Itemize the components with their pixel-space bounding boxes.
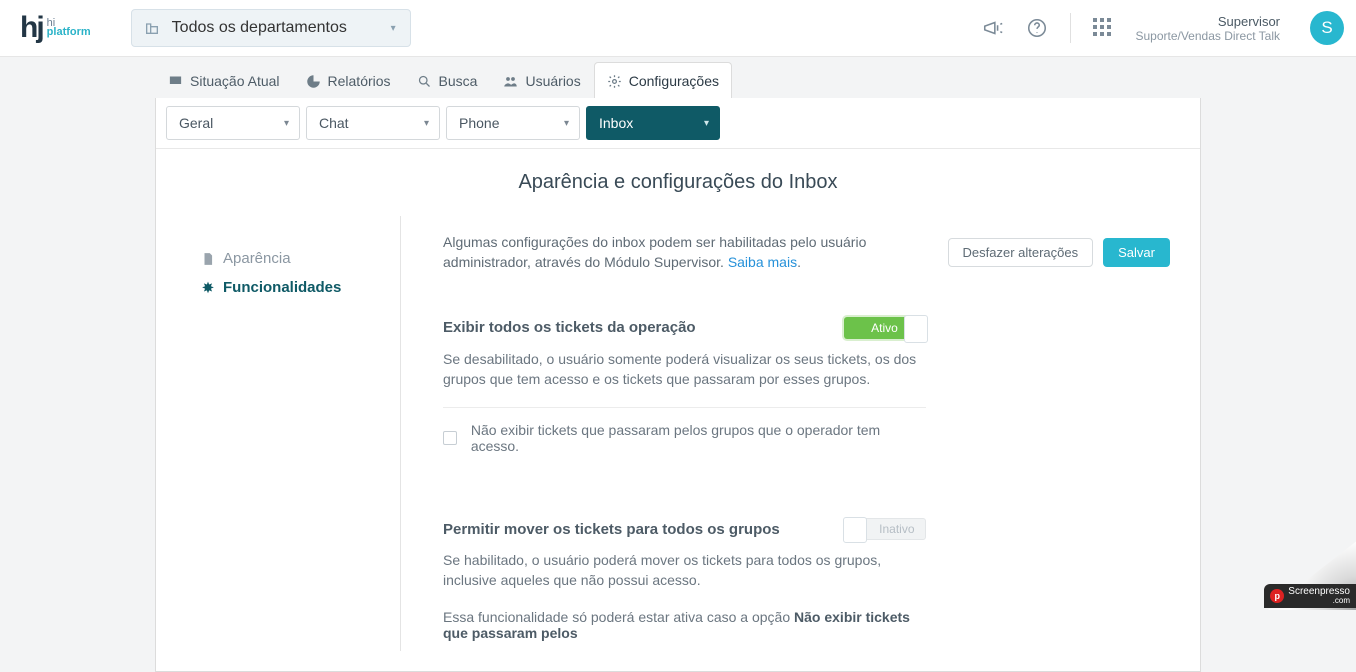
tab-usuarios[interactable]: Usuários <box>490 62 593 98</box>
monitor-icon <box>168 74 183 89</box>
chevron-down-icon: ▾ <box>391 23 396 34</box>
checkbox-nao-exibir[interactable] <box>443 431 457 445</box>
setting-permitir-mover: Permitir mover os tickets para todos os … <box>443 502 926 651</box>
logo-mark: hj <box>20 11 43 45</box>
building-icon <box>144 20 160 36</box>
info-dot: . <box>797 254 801 270</box>
tab-label: Situação Atual <box>190 73 280 89</box>
main-panel: Geral ▾ Chat ▾ Phone ▾ Inbox ▾ Aparência e c… <box>155 98 1201 672</box>
page-title: Aparência e configurações do Inbox <box>156 149 1200 216</box>
user-role: Supervisor <box>1218 14 1280 29</box>
top-bar: hj hi platform Todos os departamentos ▾ … <box>0 0 1356 57</box>
undo-button[interactable]: Desfazer alterações <box>948 238 1094 267</box>
info-text-body: Algumas configurações do inbox podem ser… <box>443 234 866 270</box>
separator <box>443 407 926 408</box>
sidebar-item-aparencia[interactable]: Aparência <box>186 244 400 273</box>
user-info: Supervisor Suporte/Vendas Direct Talk <box>1135 14 1280 43</box>
dropdown-label: Inbox <box>599 115 633 131</box>
dropdown-label: Phone <box>459 115 499 131</box>
chevron-down-icon: ▾ <box>424 118 429 129</box>
department-label: Todos os departamentos <box>172 19 347 37</box>
checkbox-row: Não exibir tickets que passaram pelos gr… <box>443 422 926 454</box>
setting-header: Exibir todos os tickets da operação Ativ… <box>443 317 926 339</box>
action-buttons: Desfazer alterações Salvar <box>948 216 1170 651</box>
setting-title: Permitir mover os tickets para todos os … <box>443 521 780 538</box>
toggle-permitir-mover[interactable]: Inativo <box>844 518 926 540</box>
tab-label: Busca <box>439 73 478 89</box>
sidebar-item-funcionalidades[interactable]: Funcionalidades <box>186 273 400 302</box>
topbar-right: Supervisor Suporte/Vendas Direct Talk S <box>982 11 1344 45</box>
users-icon <box>503 74 518 89</box>
sidebar-item-label: Aparência <box>223 250 291 267</box>
setting-exibir-todos: Exibir todos os tickets da operação Ativ… <box>443 301 926 465</box>
info-link[interactable]: Saiba mais <box>728 254 797 270</box>
dropdown-chat[interactable]: Chat ▾ <box>306 106 440 140</box>
save-button[interactable]: Salvar <box>1103 238 1170 267</box>
info-text: Algumas configurações do inbox podem ser… <box>443 232 926 273</box>
setting-header: Permitir mover os tickets para todos os … <box>443 518 926 540</box>
dropdown-label: Geral <box>179 115 213 131</box>
watermark-logo-icon: p <box>1270 589 1284 603</box>
setting-note: Essa funcionalidade só poderá estar ativ… <box>443 609 926 641</box>
main-column: Algumas configurações do inbox podem ser… <box>401 216 948 651</box>
avatar[interactable]: S <box>1310 11 1344 45</box>
setting-description: Se habilitado, o usuário poderá mover os… <box>443 550 926 591</box>
setting-description: Se desabilitado, o usuário somente poder… <box>443 349 926 390</box>
tab-configuracoes[interactable]: Configurações <box>594 62 732 98</box>
tab-busca[interactable]: Busca <box>404 62 491 98</box>
nav-tabs: Situação Atual Relatórios Busca Usuários… <box>0 57 1356 98</box>
dropdown-geral[interactable]: Geral ▾ <box>166 106 300 140</box>
logo-word-platform: platform <box>47 28 91 37</box>
watermark: p Screenpresso .com <box>1264 584 1356 608</box>
watermark-suffix: .com <box>1288 597 1350 605</box>
gear-icon <box>607 74 622 89</box>
document-icon <box>201 252 215 266</box>
settings-sidebar: Aparência Funcionalidades <box>186 216 401 651</box>
checkbox-label: Não exibir tickets que passaram pelos gr… <box>471 422 926 454</box>
search-icon <box>417 74 432 89</box>
pie-chart-icon <box>306 74 321 89</box>
logo-text: hi platform <box>47 19 91 38</box>
tab-situacao-atual[interactable]: Situação Atual <box>155 62 293 98</box>
avatar-initial: S <box>1321 18 1332 38</box>
filter-bar: Geral ▾ Chat ▾ Phone ▾ Inbox ▾ <box>156 98 1200 149</box>
chevron-down-icon: ▾ <box>704 118 709 129</box>
logo[interactable]: hj hi platform <box>20 11 91 45</box>
note-prefix: Essa funcionalidade só poderá estar ativ… <box>443 609 794 625</box>
divider <box>1070 13 1071 43</box>
chevron-down-icon: ▾ <box>564 118 569 129</box>
toggle-label: Inativo <box>879 522 914 536</box>
tab-label: Relatórios <box>328 73 391 89</box>
tab-label: Usuários <box>525 73 580 89</box>
department-dropdown[interactable]: Todos os departamentos ▾ <box>131 9 411 47</box>
megaphone-icon[interactable] <box>982 17 1004 39</box>
dropdown-phone[interactable]: Phone ▾ <box>446 106 580 140</box>
user-org: Suporte/Vendas Direct Talk <box>1135 29 1280 43</box>
apps-icon[interactable] <box>1093 18 1113 38</box>
burst-icon <box>201 281 215 295</box>
toggle-label: Ativo <box>871 321 898 335</box>
content: Aparência Funcionalidades Algumas config… <box>156 216 1200 671</box>
dropdown-label: Chat <box>319 115 349 131</box>
toggle-exibir-todos[interactable]: Ativo <box>844 317 926 339</box>
help-icon[interactable] <box>1026 17 1048 39</box>
setting-title: Exibir todos os tickets da operação <box>443 319 696 336</box>
dropdown-inbox[interactable]: Inbox ▾ <box>586 106 720 140</box>
sidebar-item-label: Funcionalidades <box>223 279 341 296</box>
tab-label: Configurações <box>629 73 719 89</box>
chevron-down-icon: ▾ <box>284 118 289 129</box>
tab-relatorios[interactable]: Relatórios <box>293 62 404 98</box>
